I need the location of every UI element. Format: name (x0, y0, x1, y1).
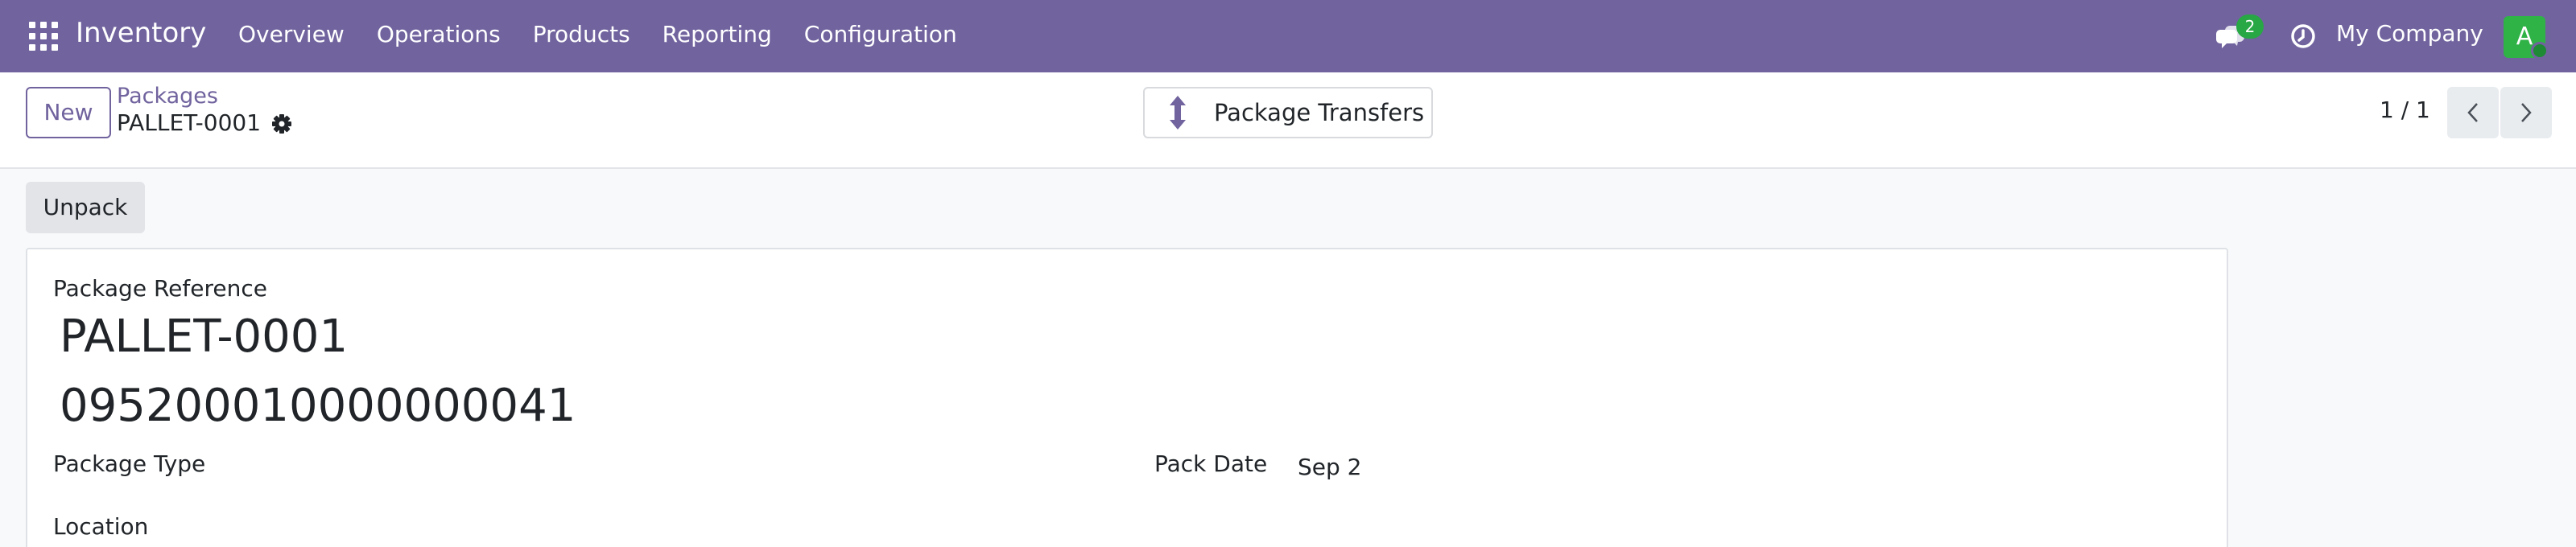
chevron-left-icon (2467, 103, 2478, 122)
form-sheet: Package Reference PALLET-0001 0952000100… (26, 248, 2228, 547)
menu-item-reporting[interactable]: Reporting (663, 21, 772, 47)
gear-icon[interactable] (270, 113, 293, 135)
company-switcher[interactable]: My Company (2336, 20, 2483, 47)
package-transfers-label: Package Transfers (1214, 99, 1425, 126)
menu-item-products[interactable]: Products (533, 21, 630, 47)
unpack-button[interactable]: Unpack (26, 182, 145, 233)
pack-date-field[interactable]: Sep 2 (1298, 454, 1362, 480)
package-reference-field[interactable]: PALLET-0001 (60, 311, 348, 363)
messages-count-badge: 2 (2236, 14, 2264, 39)
menu-item-configuration[interactable]: Configuration (804, 21, 957, 47)
app-name[interactable]: Inventory (76, 17, 206, 49)
package-transfers-button[interactable]: Package Transfers (1143, 87, 1433, 138)
pager-next-button[interactable] (2500, 87, 2552, 138)
location-label: Location (53, 513, 149, 540)
pager-previous-button[interactable] (2447, 87, 2499, 138)
package-barcode-field[interactable]: 095200010000000041 (60, 380, 576, 432)
new-button[interactable]: New (26, 87, 111, 138)
apps-menu-icon[interactable] (29, 22, 58, 51)
pack-date-label: Pack Date (1154, 450, 1268, 477)
online-status-dot (2531, 42, 2549, 60)
breadcrumb-packages[interactable]: Packages (117, 84, 218, 109)
main-menu: Overview Operations Products Reporting C… (238, 21, 989, 47)
package-type-label: Package Type (53, 450, 206, 477)
package-reference-label: Package Reference (53, 275, 267, 302)
transfer-arrows-icon (1170, 96, 1186, 130)
top-navbar: Inventory Overview Operations Products R… (0, 0, 2576, 72)
menu-item-overview[interactable]: Overview (238, 21, 345, 47)
pager-value[interactable]: 1 / 1 (2380, 97, 2430, 123)
menu-item-operations[interactable]: Operations (377, 21, 501, 47)
clock-icon[interactable] (2289, 23, 2317, 50)
breadcrumb-current-record: PALLET-0001 (117, 109, 262, 136)
chevron-right-icon (2521, 103, 2532, 122)
control-panel: New Packages PALLET-0001 Package Transfe… (0, 72, 2576, 169)
